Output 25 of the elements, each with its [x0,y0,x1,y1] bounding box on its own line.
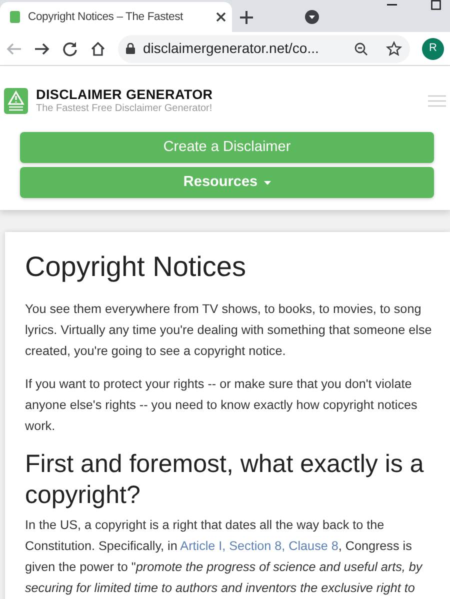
browser-tab[interactable]: Copyright Notices – The Fastest [0,2,232,32]
paragraph: In the US, a copyright is a right that dates all the way back to the Constitution. Specifically, in Article I, Section 8, Clause 8, Congress is given the power to "promote the progress of science and useful arts, by securing for limited time to authors and inventors the exclusive right to [25,517,424,598]
address-bar[interactable]: disclaimergenerator.net/co... [118,34,410,62]
warning-logo-icon [4,88,28,114]
page-heading: Copyright Notices [25,250,247,284]
brand-name: DISCLAIMER GENERATOR [36,88,214,103]
star-icon[interactable] [386,40,402,56]
dropdown-icon[interactable] [305,10,319,24]
new-tab-icon[interactable] [240,11,253,24]
maximize-icon[interactable] [431,0,441,10]
tagline: The Fastest Free Disclaimer Generator! [36,102,214,114]
caret-icon [264,180,271,184]
forward-icon[interactable] [34,40,50,56]
section-heading: First and foremost, what exactly is a copyright? [25,448,425,511]
close-icon[interactable] [216,12,226,22]
lock-icon [126,43,135,54]
paragraph: If you want to protect your rights -- or make sure that you don't violate anyone else's rights -- you need to know exactly how copyright notices work. [25,376,418,435]
profile-avatar[interactable]: R [422,38,444,60]
reload-icon[interactable] [62,40,78,56]
minimize-icon[interactable] [387,4,397,6]
article-link[interactable]: Article I, Section 8, Clause 8 [180,539,338,554]
home-icon[interactable] [90,40,106,56]
zoom-out-icon[interactable] [354,42,368,56]
paragraph: You see them everywhere from TV shows, to books, to movies, to song lyrics. Virtually any time you're dealing with something that someone else created, you're going to see a copyright notice. [25,300,432,360]
page-favicon [10,11,20,23]
